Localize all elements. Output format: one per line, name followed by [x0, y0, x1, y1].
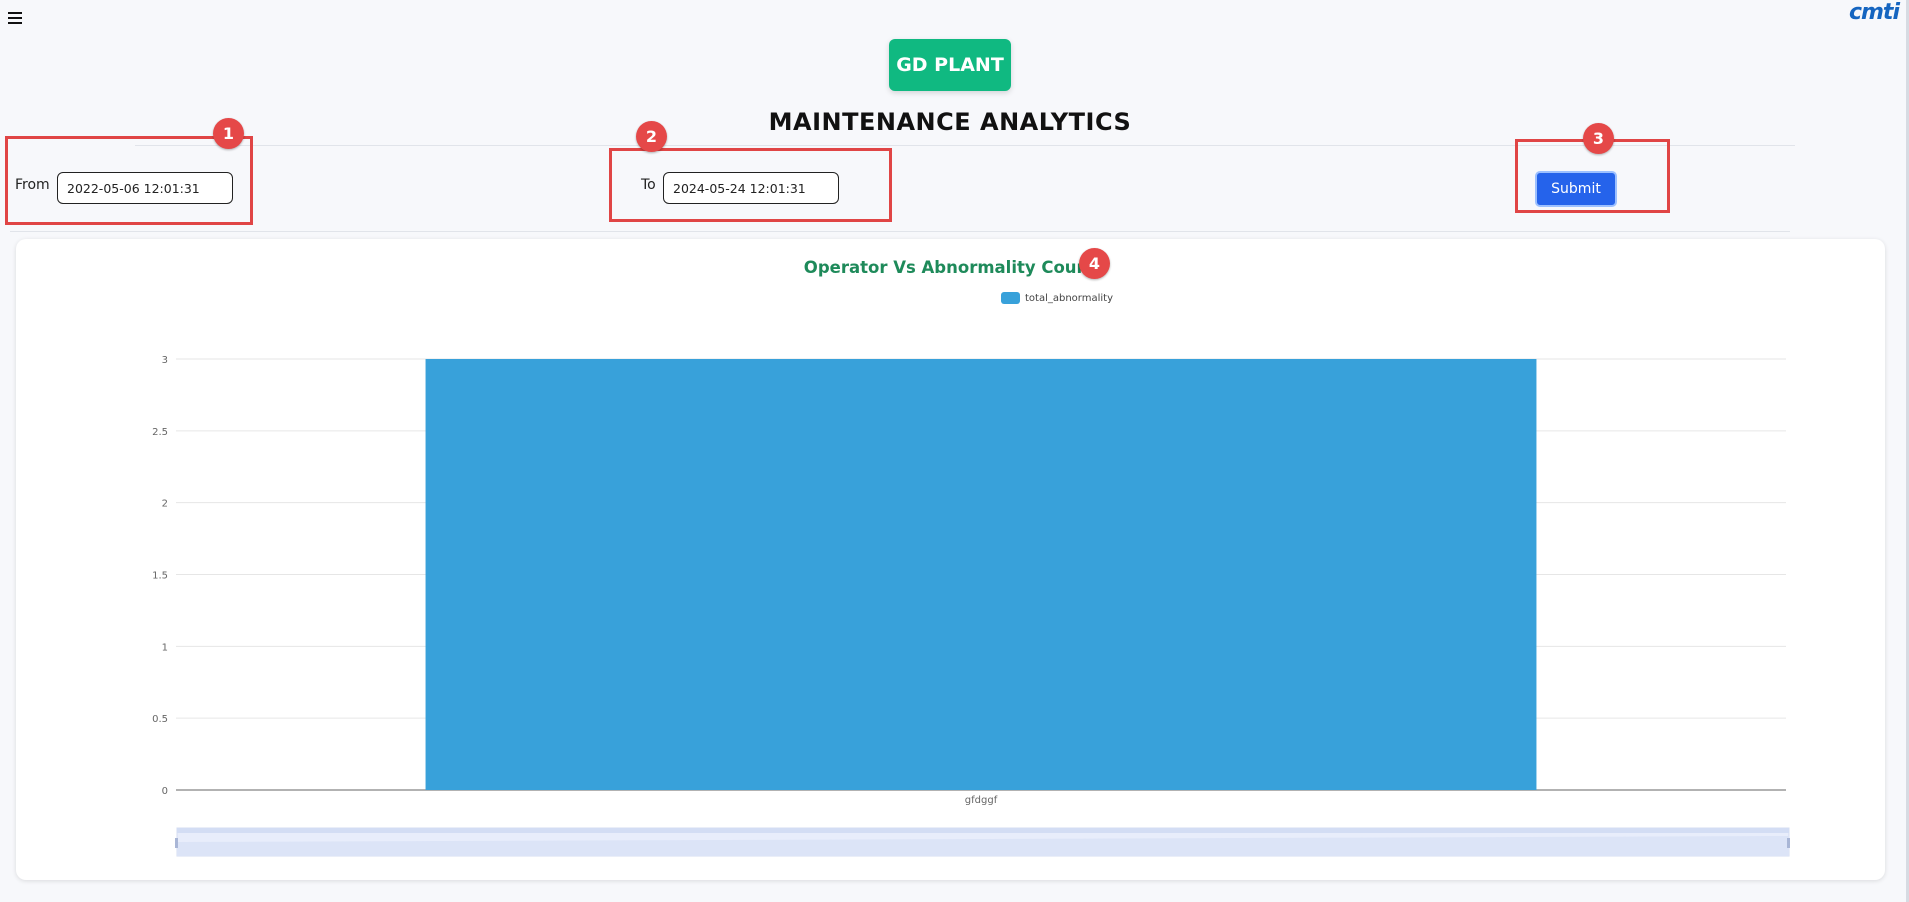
y-tick-label: 2 — [162, 499, 168, 510]
y-tick-label: 3 — [162, 355, 168, 366]
y-tick-label: 1 — [162, 642, 168, 653]
x-tick-label: gfdggf — [965, 795, 998, 806]
bar — [425, 359, 1537, 790]
y-tick-label: 0.5 — [152, 714, 168, 725]
y-tick-label: 0 — [162, 786, 168, 797]
bar-chart: 0 0.5 1 1.5 2 2.5 3 gfdggf — [152, 355, 1790, 857]
zoom-handle-right — [1787, 838, 1790, 848]
y-tick-label: 2.5 — [152, 427, 168, 438]
zoom-handle-left — [175, 838, 178, 848]
y-tick-label: 1.5 — [152, 571, 168, 582]
zoom-slider-top — [177, 828, 1789, 833]
